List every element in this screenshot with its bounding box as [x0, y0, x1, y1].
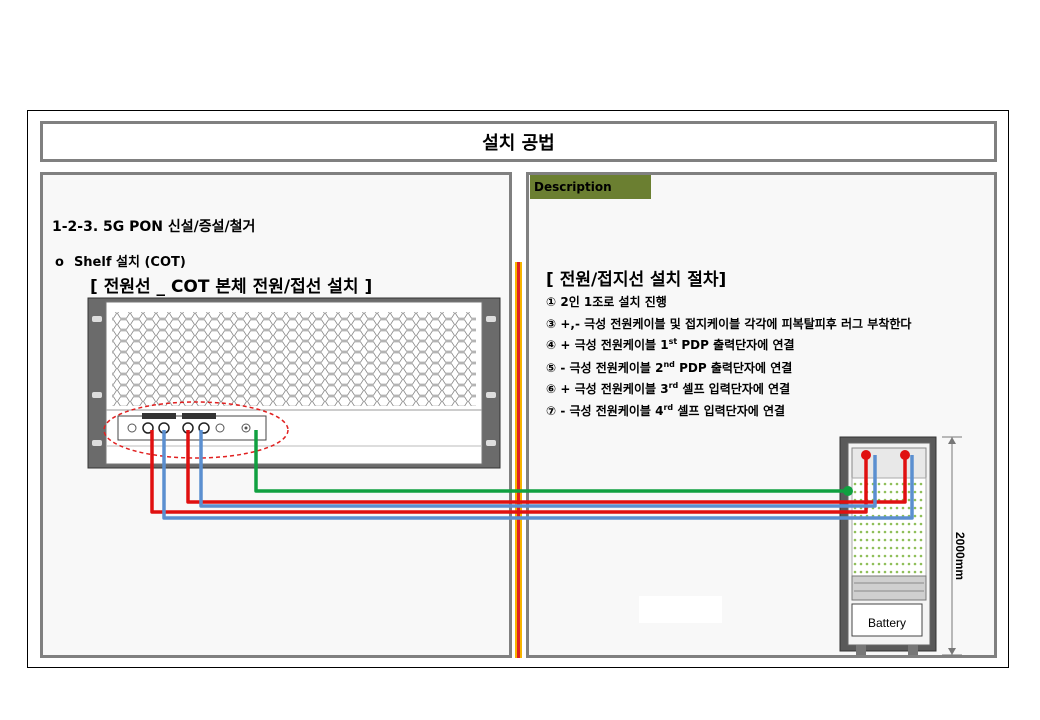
green-terminal-dot [843, 486, 853, 496]
cot-shelf [87, 297, 501, 469]
red-terminal-dot [900, 450, 910, 460]
terminal-block [117, 413, 267, 441]
rack-height-label: 2000mm [953, 532, 967, 580]
red-terminal-dot [861, 450, 871, 460]
wiring-diagram: Battery 2000mm [87, 297, 967, 656]
battery-label: Battery [868, 616, 906, 630]
